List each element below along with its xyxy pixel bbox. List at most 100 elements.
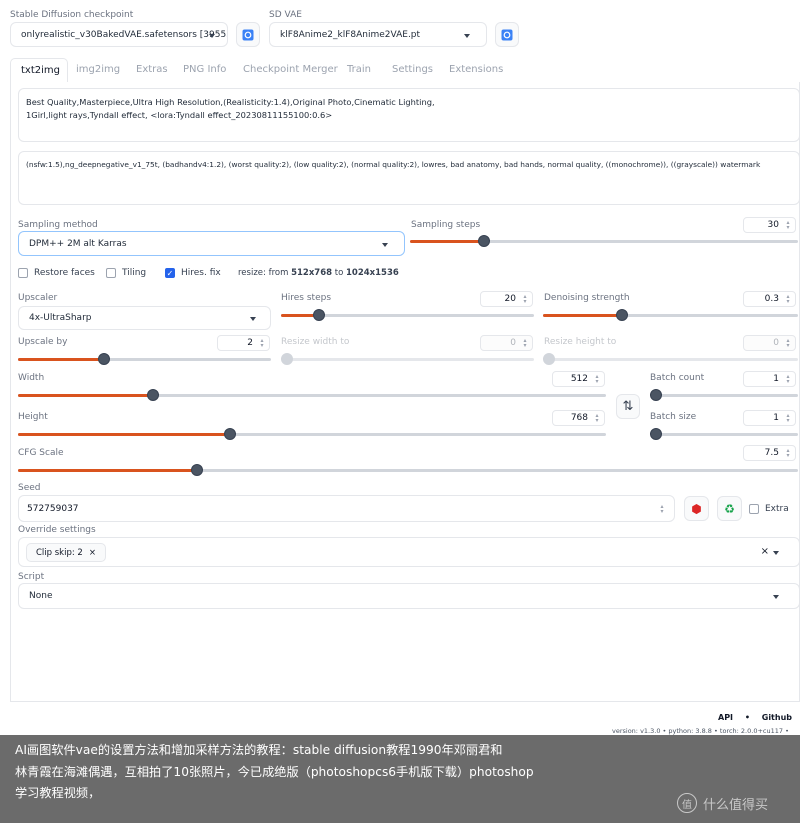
resize-height-input[interactable]: 0 ▴ ▾	[743, 335, 796, 351]
negative-prompt-textarea[interactable]: (nsfw:1.5),ng_deepnegative_v1_75t, (badh…	[18, 151, 800, 205]
checkpoint-select[interactable]: onlyrealistic_v30BakedVAE.safetensors [3…	[10, 22, 228, 47]
refresh-icon	[242, 29, 254, 40]
chevron-down-icon	[209, 34, 215, 38]
slider-handle[interactable]	[281, 353, 293, 365]
cfg-scale-slider[interactable]	[18, 464, 798, 476]
slider-handle[interactable]	[312, 309, 325, 321]
tiling-checkbox[interactable]	[106, 268, 116, 278]
batch-count-slider[interactable]	[650, 389, 798, 401]
denoising-slider[interactable]	[543, 309, 798, 321]
restore-faces-label: Restore faces	[34, 268, 95, 278]
stepper-icon: ▴ ▾	[595, 412, 599, 424]
override-chip[interactable]: Clip skip: 2 ×	[26, 543, 106, 562]
vae-select[interactable]: klF8Anime2_klF8Anime2VAE.pt	[269, 22, 487, 47]
version-info: version: v1.3.0 • python: 3.8.8 • torch:…	[612, 727, 789, 735]
refresh-checkpoint-button[interactable]	[236, 22, 260, 47]
tab-txt2img[interactable]: txt2img	[10, 58, 68, 83]
script-select[interactable]: None	[18, 583, 800, 609]
hires-steps-slider[interactable]	[281, 309, 534, 321]
swap-dimensions-button[interactable]: ⇅	[616, 394, 640, 419]
tab-png-info[interactable]: PNG Info	[183, 64, 226, 75]
upscale-by-slider[interactable]	[18, 353, 271, 365]
resize-info: resize: from 512x768 to 1024x1536	[238, 268, 399, 278]
extra-seed-checkbox[interactable]	[749, 504, 759, 514]
checkpoint-label: Stable Diffusion checkpoint	[10, 10, 134, 20]
batch-count-input[interactable]: 1 ▴ ▾	[743, 371, 796, 387]
resize-width-input[interactable]: 0 ▴ ▾	[480, 335, 533, 351]
slider-handle[interactable]	[650, 428, 662, 440]
upscale-by-input[interactable]: 2 ▴ ▾	[217, 335, 270, 351]
batch-size-input[interactable]: 1 ▴ ▾	[743, 410, 796, 426]
stepper-icon: ▴ ▾	[660, 502, 664, 515]
height-slider[interactable]	[18, 428, 606, 440]
resize-to: 1024x1536	[345, 268, 399, 278]
slider-handle[interactable]	[650, 389, 662, 401]
seed-input[interactable]: 572759037 ▴ ▾	[18, 495, 675, 522]
script-label: Script	[18, 572, 45, 582]
resize-mid: to	[332, 268, 346, 278]
slider-handle[interactable]	[616, 309, 629, 321]
override-settings-label: Override settings	[18, 525, 96, 535]
width-slider[interactable]	[18, 389, 606, 401]
upscale-by-label: Upscale by	[18, 337, 68, 347]
cfg-scale-value: 7.5	[764, 448, 779, 458]
batch-size-slider[interactable]	[650, 428, 798, 440]
caption-line-1: AI画图软件vae的设置方法和增加采样方法的教程：stable diffusio…	[15, 743, 503, 757]
height-input[interactable]: 768 ▴ ▾	[552, 410, 605, 426]
resize-from: 512x768	[291, 268, 333, 278]
upscaler-select[interactable]: 4x-UltraSharp	[18, 306, 271, 330]
resize-width-label: Resize width to	[281, 337, 350, 347]
sampling-method-select[interactable]: DPM++ 2M alt Karras	[18, 231, 405, 256]
resize-height-label: Resize height to	[544, 337, 617, 347]
override-settings-select[interactable]: Clip skip: 2 × ×	[18, 537, 800, 567]
footer-api-link[interactable]: API	[718, 713, 733, 722]
hires-steps-input[interactable]: 20 ▴ ▾	[480, 291, 533, 307]
footer-github-link[interactable]: Github	[762, 713, 792, 722]
resize-width-slider[interactable]	[281, 353, 534, 365]
tab-extras[interactable]: Extras	[136, 64, 168, 75]
tab-img2img[interactable]: img2img	[76, 64, 120, 75]
reuse-seed-button[interactable]: ♻	[717, 496, 742, 521]
refresh-vae-button[interactable]	[495, 22, 519, 47]
recycle-icon: ♻	[724, 501, 735, 516]
prompt-line-2: 1Girl,light rays,Tyndall effect, <lora:T…	[26, 110, 333, 120]
resize-width-value: 0	[510, 338, 516, 348]
width-input[interactable]: 512 ▴ ▾	[552, 371, 605, 387]
slider-handle[interactable]	[98, 353, 111, 365]
slider-fill	[18, 358, 105, 361]
resize-height-slider[interactable]	[543, 353, 798, 365]
batch-count-value: 1	[773, 374, 779, 384]
slider-fill	[18, 433, 230, 436]
sampling-steps-value: 30	[767, 220, 779, 230]
slider-handle[interactable]	[543, 353, 555, 365]
batch-size-label: Batch size	[650, 412, 697, 422]
resize-height-value: 0	[773, 338, 779, 348]
checkpoint-value: onlyrealistic_v30BakedVAE.safetensors [3…	[21, 29, 228, 40]
slider-handle[interactable]	[477, 235, 490, 247]
restore-faces-checkbox[interactable]	[18, 268, 28, 278]
tab-checkpoint-merger[interactable]: Checkpoint Merger	[243, 64, 338, 75]
random-seed-button[interactable]: ⬢	[684, 496, 709, 521]
hires-steps-label: Hires steps	[281, 293, 332, 303]
hires-fix-checkbox[interactable]: ✓	[165, 268, 175, 278]
checkmark-icon: ✓	[166, 269, 174, 278]
tab-settings[interactable]: Settings	[392, 64, 433, 75]
sampling-steps-slider[interactable]	[410, 235, 798, 247]
denoising-input[interactable]: 0.3 ▴ ▾	[743, 291, 796, 307]
prompt-line-1: Best Quality,Masterpiece,Ultra High Reso…	[26, 97, 435, 107]
tab-extensions[interactable]: Extensions	[449, 64, 503, 75]
tab-train[interactable]: Train	[347, 64, 371, 75]
sampling-steps-input[interactable]: 30 ▴ ▾	[743, 217, 796, 233]
prompt-textarea[interactable]: Best Quality,Masterpiece,Ultra High Reso…	[18, 88, 800, 142]
slider-handle[interactable]	[223, 428, 236, 440]
chip-label: Clip skip: 2	[36, 547, 83, 558]
seed-label: Seed	[18, 483, 41, 493]
chip-remove-icon[interactable]: ×	[89, 548, 96, 558]
chevron-down-icon	[382, 243, 388, 247]
clear-icon[interactable]: ×	[761, 546, 769, 557]
stepper-icon: ▴ ▾	[786, 447, 790, 459]
hires-fix-label: Hires. fix	[181, 268, 221, 278]
upscale-by-value: 2	[247, 338, 253, 348]
stepper-icon: ▴ ▾	[786, 219, 790, 231]
cfg-scale-input[interactable]: 7.5 ▴ ▾	[743, 445, 796, 461]
